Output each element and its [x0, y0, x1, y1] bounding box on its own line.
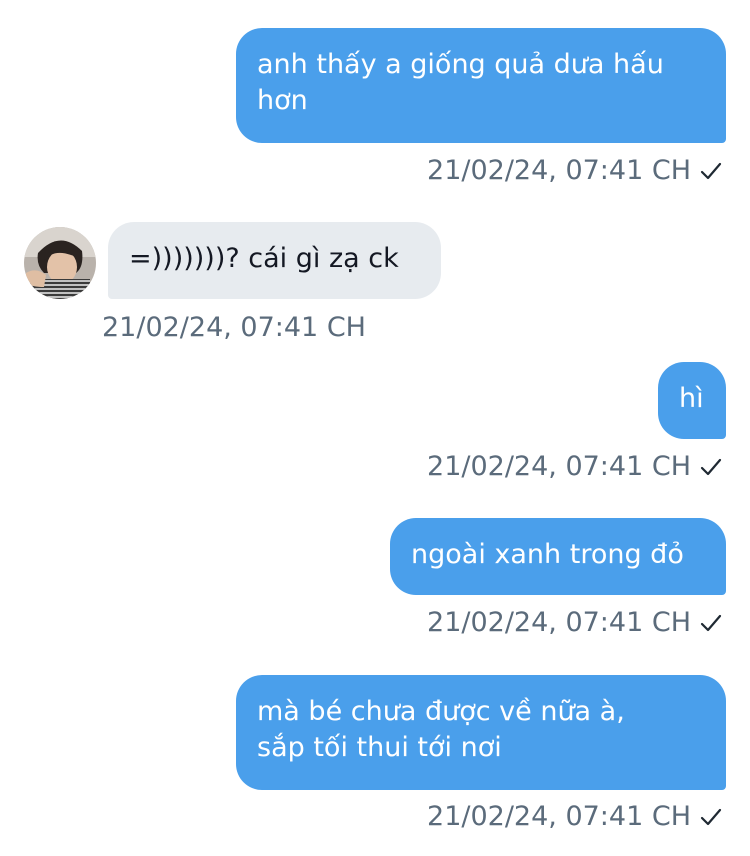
contact-avatar[interactable] [24, 227, 96, 299]
sent-message-bubble[interactable]: mà bé chưa được về nữa à, sắp tối thui t… [236, 675, 726, 790]
sent-message-bubble[interactable]: anh thấy a giống quả dưa hấu hơn [236, 28, 726, 143]
sent-message-bubble[interactable]: hì [658, 362, 726, 439]
message-timestamp: 21/02/24, 07:41 CH [427, 607, 691, 638]
message-meta: 21/02/24, 07:41 CH [427, 450, 722, 484]
checkmark-icon [700, 458, 722, 476]
message-timestamp: 21/02/24, 07:41 CH [102, 312, 366, 343]
avatar-image [24, 227, 96, 299]
message-meta: 21/02/24, 07:41 CH [427, 154, 722, 188]
received-message-bubble[interactable]: =)))))))? cái gì zạ ck [108, 222, 441, 299]
message-meta: 21/02/24, 07:41 CH [427, 800, 722, 834]
message-meta: 21/02/24, 07:41 CH [427, 606, 722, 640]
checkmark-icon [700, 808, 722, 826]
message-timestamp: 21/02/24, 07:41 CH [427, 155, 691, 186]
checkmark-icon [700, 162, 722, 180]
sent-message-bubble[interactable]: ngoài xanh trong đỏ [390, 518, 726, 595]
checkmark-icon [700, 614, 722, 632]
message-timestamp: 21/02/24, 07:41 CH [427, 801, 691, 832]
message-meta: 21/02/24, 07:41 CH [102, 311, 366, 345]
message-timestamp: 21/02/24, 07:41 CH [427, 451, 691, 482]
